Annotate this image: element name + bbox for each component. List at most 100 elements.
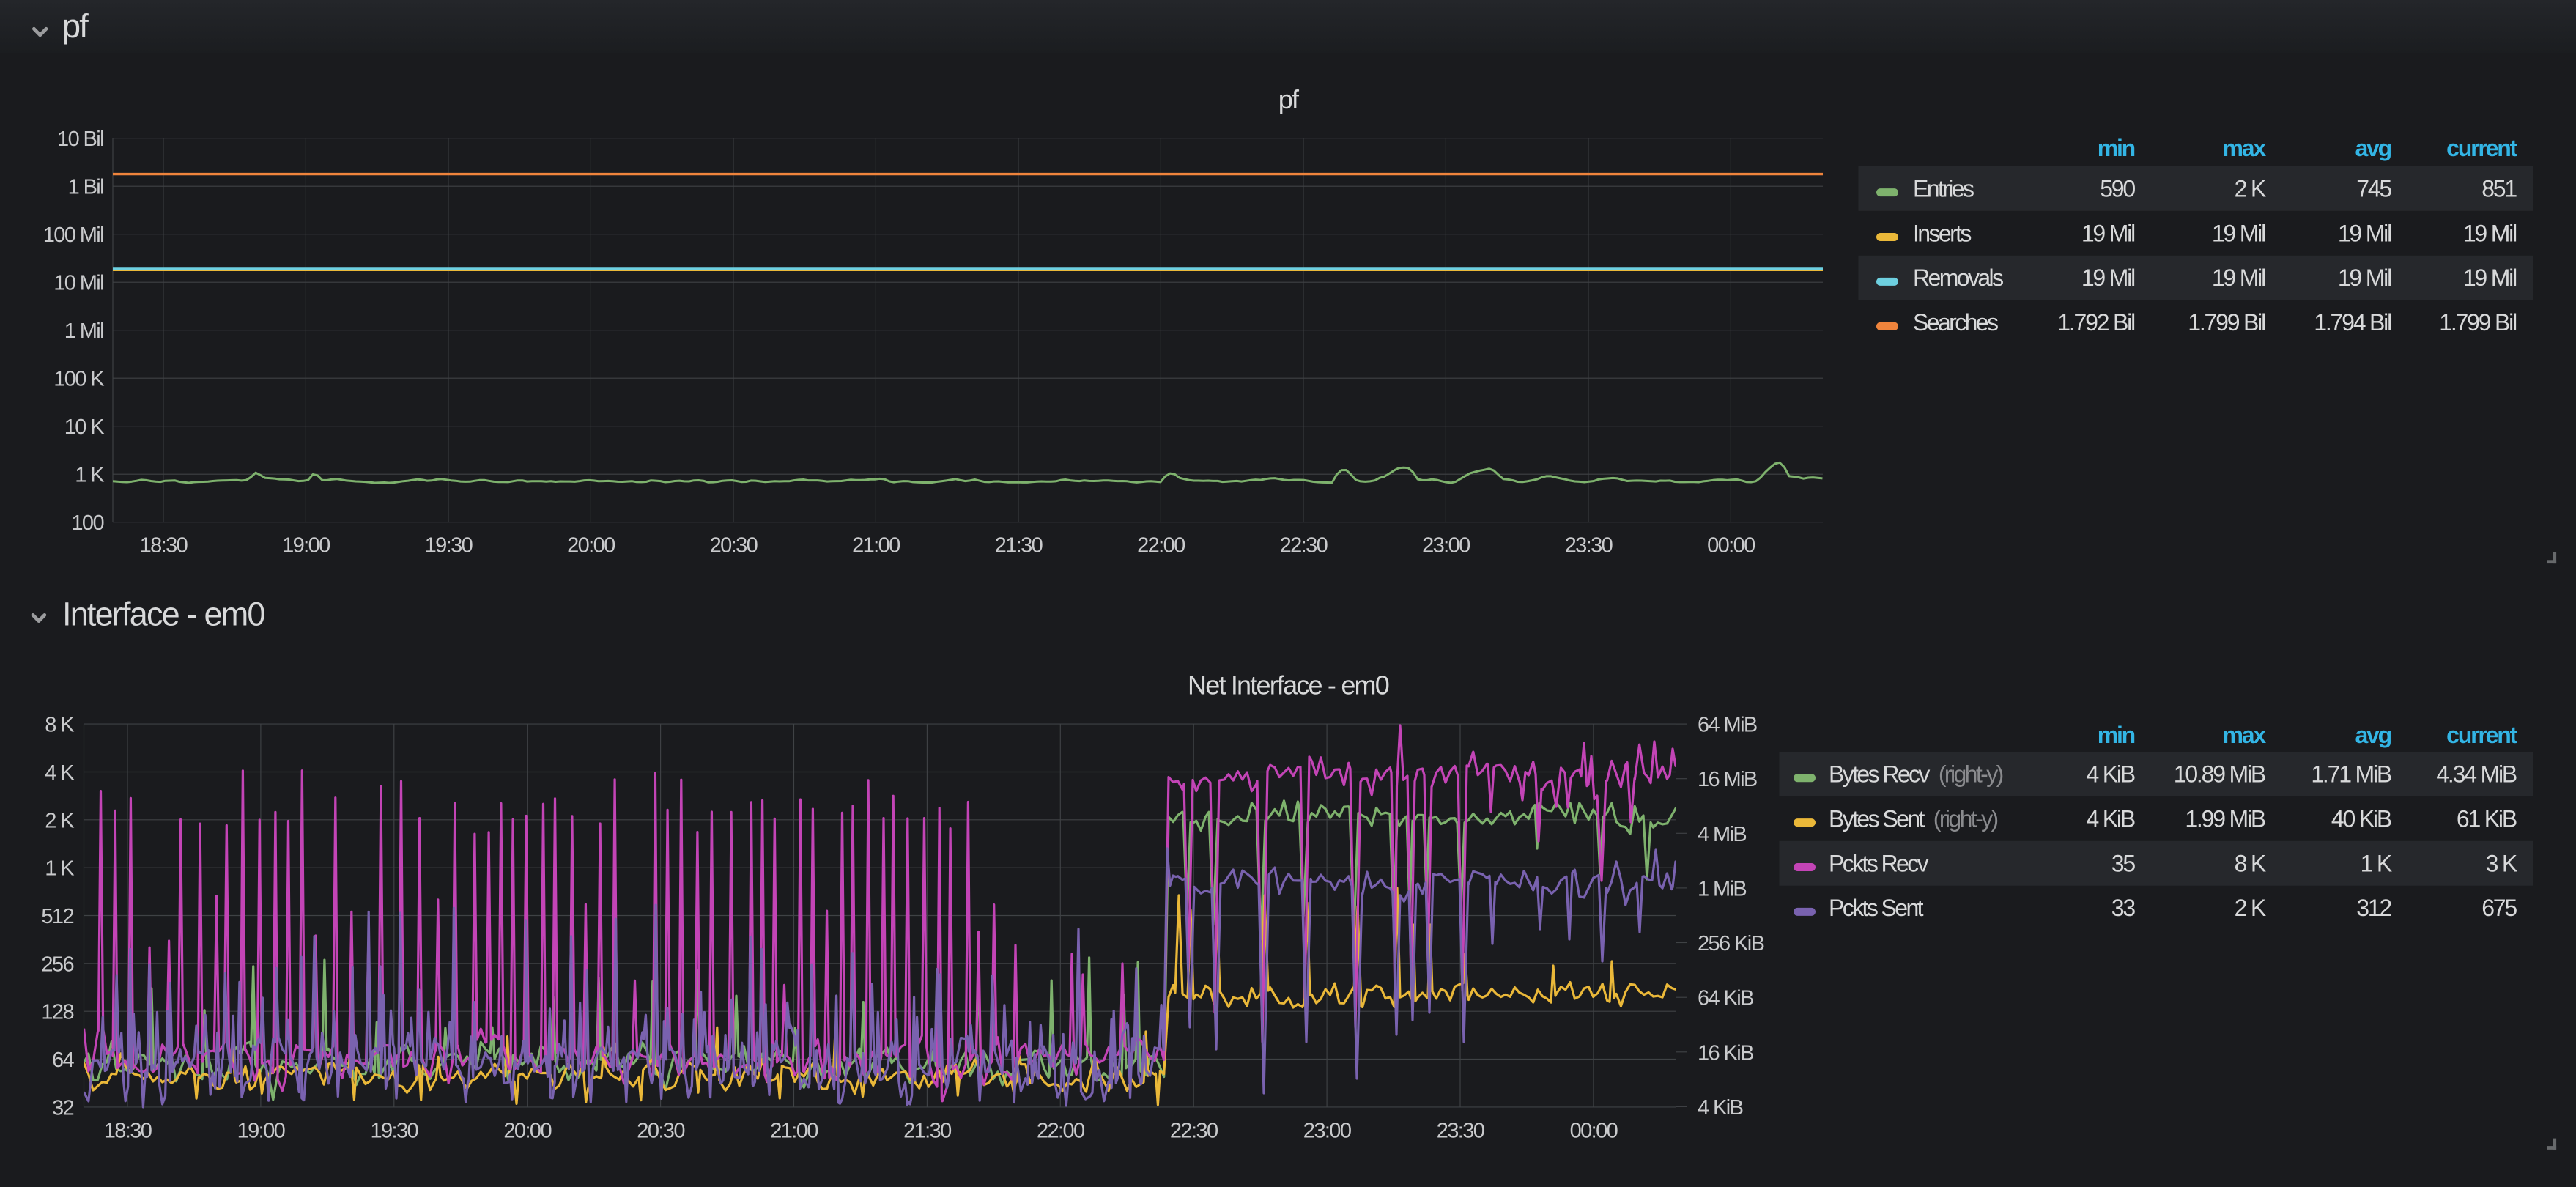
svg-text:Net Interface - em0: Net Interface - em0	[1188, 670, 1389, 700]
svg-text:4 KiB: 4 KiB	[2087, 761, 2135, 788]
svg-text:Pckts Recv: Pckts Recv	[1829, 850, 1929, 876]
svg-text:10 Bil: 10 Bil	[57, 127, 103, 151]
svg-text:18:30: 18:30	[104, 1120, 152, 1143]
svg-text:19 Mil: 19 Mil	[2212, 265, 2265, 291]
svg-text:19 Mil: 19 Mil	[2212, 220, 2265, 246]
svg-text:10.89 MiB: 10.89 MiB	[2174, 761, 2265, 788]
svg-text:23:30: 23:30	[1437, 1120, 1484, 1143]
svg-text:19:30: 19:30	[371, 1120, 418, 1143]
svg-text:23:30: 23:30	[1565, 534, 1613, 558]
svg-text:19:30: 19:30	[425, 534, 473, 558]
svg-text:21:00: 21:00	[852, 534, 900, 558]
svg-text:2 K: 2 K	[2235, 175, 2266, 201]
svg-text:16 MiB: 16 MiB	[1698, 768, 1757, 791]
svg-text:Pckts Sent: Pckts Sent	[1829, 895, 1924, 921]
svg-text:8 K: 8 K	[2235, 850, 2266, 876]
svg-text:Entries: Entries	[1913, 175, 1974, 201]
svg-text:256: 256	[41, 953, 73, 976]
svg-text:avg: avg	[2355, 135, 2391, 161]
svg-text:2 K: 2 K	[45, 809, 75, 832]
svg-text:590: 590	[2100, 175, 2135, 201]
svg-text:19:00: 19:00	[237, 1120, 285, 1143]
svg-text:4 K: 4 K	[45, 761, 75, 785]
svg-text:1 K: 1 K	[2361, 850, 2392, 876]
svg-text:10 K: 10 K	[64, 415, 106, 439]
svg-text:Removals: Removals	[1913, 265, 2003, 291]
svg-text:avg: avg	[2355, 722, 2391, 748]
svg-text:Searches: Searches	[1913, 309, 1998, 336]
svg-text:675: 675	[2481, 895, 2517, 921]
svg-text:22:00: 22:00	[1037, 1120, 1084, 1143]
svg-text:19 Mil: 19 Mil	[2338, 220, 2391, 246]
svg-text:64: 64	[52, 1049, 75, 1072]
svg-text:19 Mil: 19 Mil	[2081, 265, 2134, 291]
svg-text:21:00: 21:00	[770, 1120, 818, 1143]
svg-text:00:00: 00:00	[1570, 1120, 1618, 1143]
svg-text:1.99 MiB: 1.99 MiB	[2185, 805, 2265, 832]
svg-text:20:30: 20:30	[710, 534, 758, 558]
svg-text:18:30: 18:30	[140, 534, 188, 558]
svg-text:Bytes Recv(right-y): Bytes Recv(right-y)	[1829, 761, 2003, 788]
svg-text:19:00: 19:00	[282, 534, 330, 558]
svg-text:current: current	[2446, 135, 2517, 161]
svg-text:max: max	[2223, 722, 2267, 748]
svg-text:32: 32	[52, 1096, 74, 1120]
svg-text:21:30: 21:30	[995, 534, 1043, 558]
svg-text:745: 745	[2356, 175, 2391, 201]
svg-text:1 K: 1 K	[45, 857, 75, 881]
svg-text:1 Mil: 1 Mil	[64, 319, 103, 343]
svg-text:1 Bil: 1 Bil	[68, 176, 104, 199]
svg-text:pf: pf	[1278, 84, 1300, 114]
svg-text:min: min	[2098, 135, 2135, 161]
svg-text:3 K: 3 K	[2486, 850, 2517, 876]
svg-text:40 KiB: 40 KiB	[2331, 805, 2391, 832]
svg-text:10 Mil: 10 Mil	[53, 272, 103, 295]
svg-text:4 KiB: 4 KiB	[2087, 805, 2135, 832]
svg-text:23:00: 23:00	[1303, 1120, 1351, 1143]
svg-text:256 KiB: 256 KiB	[1698, 932, 1764, 955]
svg-text:min: min	[2098, 722, 2135, 748]
svg-text:851: 851	[2481, 175, 2517, 201]
svg-text:Inserts: Inserts	[1913, 220, 1971, 246]
svg-text:Bytes Sent(right-y): Bytes Sent(right-y)	[1829, 805, 1998, 832]
svg-text:64 KiB: 64 KiB	[1698, 987, 1753, 1010]
svg-text:Interface - em0: Interface - em0	[62, 596, 264, 633]
svg-text:20:00: 20:00	[567, 534, 615, 558]
svg-text:19 Mil: 19 Mil	[2463, 265, 2516, 291]
svg-text:max: max	[2223, 135, 2267, 161]
svg-text:19 Mil: 19 Mil	[2463, 220, 2516, 246]
svg-text:100: 100	[71, 511, 103, 535]
svg-text:1.792 Bil: 1.792 Bil	[2057, 309, 2134, 336]
svg-text:19 Mil: 19 Mil	[2081, 220, 2134, 246]
svg-text:1 K: 1 K	[75, 464, 105, 487]
svg-text:22:30: 22:30	[1280, 534, 1328, 558]
svg-text:128: 128	[41, 1001, 73, 1024]
svg-text:16 KiB: 16 KiB	[1698, 1041, 1753, 1065]
svg-text:64 MiB: 64 MiB	[1698, 714, 1757, 737]
svg-text:1.799 Bil: 1.799 Bil	[2188, 309, 2265, 336]
svg-text:22:30: 22:30	[1170, 1120, 1218, 1143]
svg-text:4.34 MiB: 4.34 MiB	[2436, 761, 2517, 788]
svg-text:33: 33	[2111, 895, 2136, 921]
svg-text:100 Mil: 100 Mil	[43, 223, 103, 247]
svg-text:20:30: 20:30	[637, 1120, 684, 1143]
svg-text:2 K: 2 K	[2235, 895, 2266, 921]
svg-text:512: 512	[41, 905, 73, 928]
svg-text:35: 35	[2111, 850, 2136, 876]
svg-text:1.799 Bil: 1.799 Bil	[2439, 309, 2516, 336]
svg-text:20:00: 20:00	[503, 1120, 551, 1143]
svg-text:00:00: 00:00	[1707, 534, 1755, 558]
svg-text:1 MiB: 1 MiB	[1698, 877, 1746, 901]
svg-text:8 K: 8 K	[45, 714, 75, 737]
svg-text:current: current	[2446, 722, 2517, 748]
svg-text:pf: pf	[62, 7, 89, 45]
svg-text:19 Mil: 19 Mil	[2338, 265, 2391, 291]
svg-text:1.794 Bil: 1.794 Bil	[2314, 309, 2391, 336]
svg-text:100 K: 100 K	[53, 368, 105, 391]
svg-text:21:30: 21:30	[903, 1120, 951, 1143]
svg-text:1.71 MiB: 1.71 MiB	[2311, 761, 2391, 788]
svg-text:23:00: 23:00	[1422, 534, 1470, 558]
svg-text:61 KiB: 61 KiB	[2457, 805, 2517, 832]
svg-text:4 MiB: 4 MiB	[1698, 823, 1746, 846]
svg-text:312: 312	[2356, 895, 2391, 921]
